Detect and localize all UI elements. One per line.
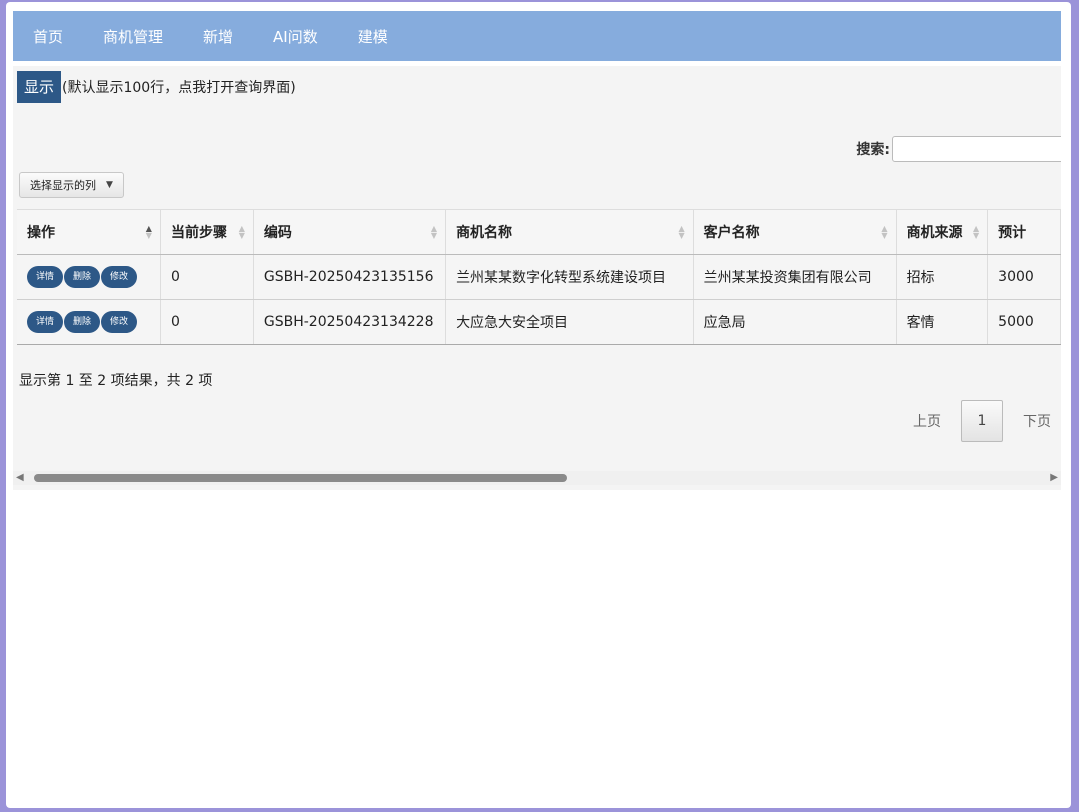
edit-button[interactable]: 修改 <box>101 266 138 288</box>
sort-icon: ▲ ▼ <box>238 224 245 240</box>
cell-customer-name: 兰州某某投资集团有限公司 <box>693 254 897 300</box>
show-hint-text[interactable]: (默认显示100行，点我打开查询界面) <box>62 77 296 97</box>
cell-source: 招标 <box>896 254 989 300</box>
row-actions: 详情 删除 修改 <box>17 299 161 345</box>
nav-add-new[interactable]: 新增 <box>183 26 253 47</box>
header-estimate[interactable]: 预计 <box>987 209 1061 255</box>
horizontal-scrollbar[interactable]: ◀ ▶ <box>13 471 1061 485</box>
scroll-left-icon[interactable]: ◀ <box>16 472 24 483</box>
cell-estimate: 5000 <box>987 299 1061 345</box>
prev-page-button[interactable]: 上页 <box>903 411 951 431</box>
pagination: 上页 1 下页 <box>903 400 1061 442</box>
nav-ai-query[interactable]: AI问数 <box>253 26 338 47</box>
edit-button[interactable]: 修改 <box>101 311 138 333</box>
scrollbar-thumb[interactable] <box>34 474 567 482</box>
header-current-step[interactable]: 当前步骤 ▲ ▼ <box>160 209 254 255</box>
sort-icon: ▲ ▼ <box>430 224 438 240</box>
opportunity-table: 操作 ▲ ▼ 当前步骤 ▲ ▼ 编码 ▲ ▼ 商机名称 ▲ ▼ 客户名称 ▲ ▼… <box>17 209 1061 345</box>
cell-current-step: 0 <box>160 299 254 345</box>
table-header-row: 操作 ▲ ▼ 当前步骤 ▲ ▼ 编码 ▲ ▼ 商机名称 ▲ ▼ 客户名称 ▲ ▼… <box>17 209 1061 255</box>
delete-button[interactable]: 删除 <box>64 266 101 288</box>
cell-current-step: 0 <box>160 254 254 300</box>
cell-estimate: 3000 <box>987 254 1061 300</box>
search-input[interactable] <box>892 136 1061 162</box>
cell-customer-name: 应急局 <box>693 299 897 345</box>
search-label: 搜索: <box>856 142 890 158</box>
table-row: 详情 删除 修改 0 GSBH-20250423135156 兰州某某数字化转型系统… <box>17 254 1061 300</box>
content-panel: 显示 (默认显示100行，点我打开查询界面) 搜索: 选择显示的列 ▼ 操作 ▲… <box>13 66 1061 490</box>
detail-button[interactable]: 详情 <box>27 311 64 333</box>
sort-icon: ▲ ▼ <box>973 224 980 240</box>
nav-opportunity-management[interactable]: 商机管理 <box>83 26 183 47</box>
show-button[interactable]: 显示 <box>17 71 62 103</box>
header-code[interactable]: 编码 ▲ ▼ <box>253 209 447 255</box>
nav-modeling[interactable]: 建模 <box>338 26 408 47</box>
column-select-button[interactable]: 选择显示的列 ▼ <box>19 172 124 198</box>
show-row: 显示 (默认显示100行，点我打开查询界面) <box>17 71 296 103</box>
app-frame: 首页 商机管理 新增 AI问数 建模 显示 (默认显示100行，点我打开查询界面… <box>6 2 1071 808</box>
top-navbar: 首页 商机管理 新增 AI问数 建模 <box>13 11 1061 61</box>
delete-button[interactable]: 删除 <box>64 311 101 333</box>
cell-source: 客情 <box>896 299 989 345</box>
search-area: 搜索: <box>856 136 1061 162</box>
nav-home[interactable]: 首页 <box>13 26 83 47</box>
header-source[interactable]: 商机来源 ▲ ▼ <box>896 209 989 255</box>
sort-icon: ▲ ▼ <box>881 224 888 240</box>
table-info-text: 显示第 1 至 2 项结果，共 2 项 <box>19 373 213 389</box>
scroll-right-icon[interactable]: ▶ <box>1050 472 1058 483</box>
caret-down-icon: ▼ <box>106 180 113 190</box>
detail-button[interactable]: 详情 <box>27 266 64 288</box>
cell-opportunity-name: 大应急大安全项目 <box>445 299 694 345</box>
header-customer-name[interactable]: 客户名称 ▲ ▼ <box>693 209 897 255</box>
next-page-button[interactable]: 下页 <box>1013 411 1061 431</box>
column-select-label: 选择显示的列 <box>30 179 96 192</box>
table-row: 详情 删除 修改 0 GSBH-20250423134228 大应急大安全项目 应急… <box>17 299 1061 345</box>
header-actions[interactable]: 操作 ▲ ▼ <box>17 209 161 255</box>
header-opportunity-name[interactable]: 商机名称 ▲ ▼ <box>445 209 694 255</box>
sort-icon: ▲ ▼ <box>145 224 152 240</box>
sort-icon: ▲ ▼ <box>678 224 685 240</box>
cell-opportunity-name: 兰州某某数字化转型系统建设项目 <box>445 254 694 300</box>
current-page-button[interactable]: 1 <box>961 400 1003 442</box>
cell-code: GSBH-20250423135156 <box>253 254 447 300</box>
row-actions: 详情 删除 修改 <box>17 254 161 300</box>
cell-code: GSBH-20250423134228 <box>253 299 447 345</box>
